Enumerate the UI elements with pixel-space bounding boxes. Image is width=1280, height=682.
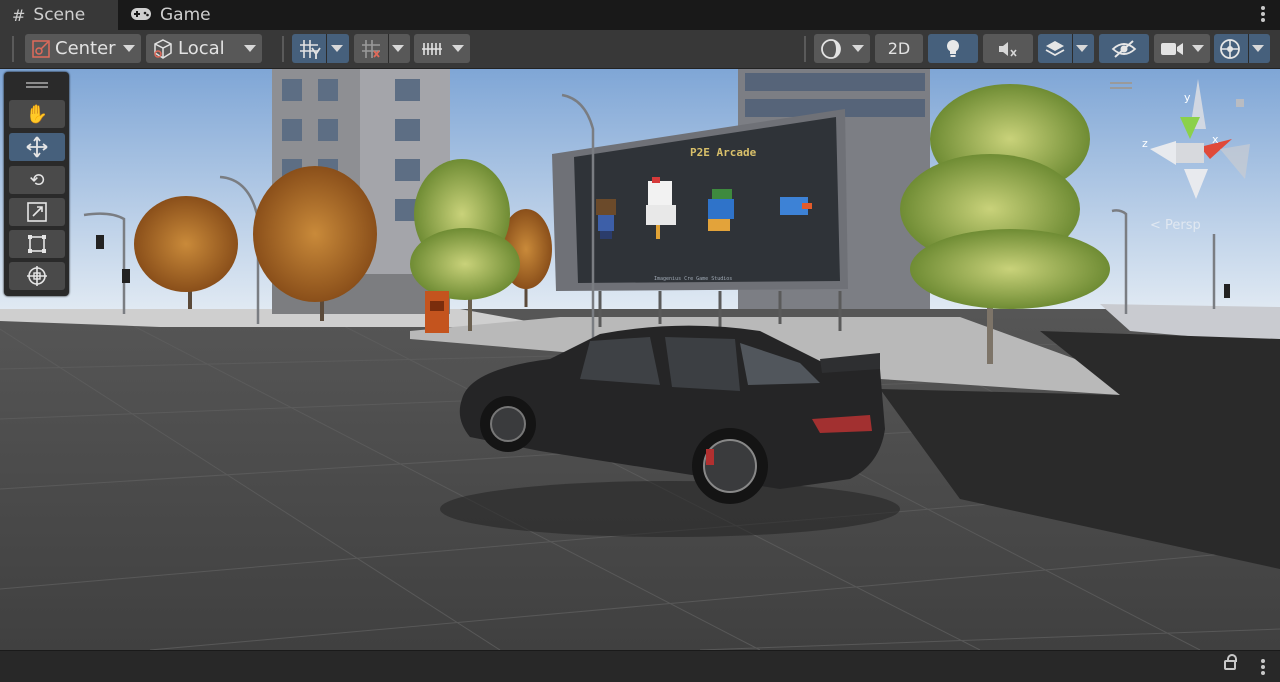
grid-snap-toggle[interactable] bbox=[292, 34, 349, 63]
move-icon bbox=[26, 136, 48, 158]
billboard-title: P2E Arcade bbox=[690, 146, 757, 159]
scene-toolbar: Center Local 2D bbox=[0, 30, 1280, 69]
effects-dropdown[interactable] bbox=[1038, 34, 1094, 63]
tools-overlay: ✋ ⟲ bbox=[4, 72, 69, 296]
chevron-down-icon bbox=[244, 45, 256, 52]
tab-menu-icon[interactable] bbox=[1260, 4, 1266, 24]
eye-slash-icon bbox=[1111, 39, 1137, 58]
tools-overlay-handle[interactable] bbox=[26, 82, 48, 84]
camera-dropdown[interactable] bbox=[1154, 34, 1210, 63]
chevron-down-icon bbox=[452, 45, 464, 52]
scale-icon bbox=[27, 202, 47, 222]
gamepad-icon bbox=[130, 6, 152, 25]
lightbulb-icon bbox=[947, 39, 959, 57]
ruler-icon bbox=[422, 42, 442, 55]
tab-scene-label: Scene bbox=[33, 5, 86, 25]
toolbar-grip bbox=[282, 36, 284, 62]
shading-sphere-icon bbox=[821, 38, 841, 59]
lighting-toggle[interactable] bbox=[928, 34, 978, 63]
gizmo-icon bbox=[1220, 38, 1240, 59]
camera-icon bbox=[1161, 42, 1183, 55]
hash-icon: # bbox=[12, 5, 26, 25]
pivot-mode-label: Center bbox=[55, 38, 116, 59]
rect-tool-button[interactable] bbox=[9, 230, 65, 258]
chevron-down-icon bbox=[1252, 45, 1264, 52]
tab-game[interactable]: Game bbox=[130, 0, 230, 30]
hidden-objects-toggle[interactable] bbox=[1099, 34, 1149, 63]
chevron-down-icon bbox=[123, 45, 135, 52]
bottom-menu-icon[interactable] bbox=[1260, 657, 1266, 677]
chevron-down-icon bbox=[1076, 45, 1088, 52]
draw-mode-dropdown[interactable] bbox=[814, 34, 870, 63]
gizmos-dropdown[interactable] bbox=[1214, 34, 1270, 63]
scale-tool-button[interactable] bbox=[9, 198, 65, 226]
gizmo-y-label: y bbox=[1184, 91, 1191, 104]
bottom-bar bbox=[0, 650, 1280, 682]
space-mode-dropdown[interactable]: Local bbox=[146, 34, 262, 63]
scene-viewport[interactable]: P2E Arcade Imagenius Cre Game Studios y … bbox=[0, 69, 1280, 650]
layers-icon bbox=[1045, 40, 1065, 56]
chevron-down-icon bbox=[392, 45, 404, 52]
gizmo-x-label: x bbox=[1212, 133, 1219, 146]
increment-snap-icon bbox=[362, 39, 380, 58]
rect-transform-icon bbox=[28, 235, 46, 253]
tab-bar: # Scene Game bbox=[0, 0, 1280, 30]
hand-icon: ✋ bbox=[25, 103, 49, 125]
pivot-icon bbox=[32, 39, 50, 58]
toolbar-grip bbox=[12, 36, 14, 62]
2d-mode-toggle[interactable]: 2D bbox=[875, 34, 923, 63]
ruler-snap-toggle[interactable] bbox=[414, 34, 470, 63]
transform-icon bbox=[27, 266, 47, 286]
scene-render: P2E Arcade Imagenius Cre Game Studios y … bbox=[0, 69, 1280, 650]
chevron-down-icon bbox=[1192, 45, 1204, 52]
tab-scene[interactable]: # Scene bbox=[0, 0, 118, 30]
hand-tool-button[interactable]: ✋ bbox=[9, 100, 65, 128]
grid-snap-icon bbox=[300, 39, 321, 59]
rotate-tool-button[interactable]: ⟲ bbox=[9, 166, 65, 194]
chevron-down-icon bbox=[852, 45, 864, 52]
rotate-icon: ⟲ bbox=[29, 169, 45, 191]
space-mode-label: Local bbox=[178, 38, 225, 59]
gizmo-persp-label[interactable]: < Persp bbox=[1150, 218, 1201, 233]
billboard-subtitle: Imagenius Cre Game Studios bbox=[654, 276, 732, 282]
cube-icon bbox=[154, 38, 172, 59]
mute-icon bbox=[999, 41, 1017, 57]
toolbar-grip bbox=[804, 36, 806, 62]
move-tool-button[interactable] bbox=[9, 133, 65, 161]
increment-snap-toggle[interactable] bbox=[354, 34, 410, 63]
gizmo-z-label: z bbox=[1142, 137, 1148, 150]
transform-tool-button[interactable] bbox=[9, 262, 65, 290]
chevron-down-icon bbox=[331, 45, 343, 52]
audio-toggle[interactable] bbox=[983, 34, 1033, 63]
tab-game-label: Game bbox=[160, 5, 211, 25]
lock-icon[interactable] bbox=[1224, 654, 1237, 670]
2d-mode-label: 2D bbox=[887, 39, 911, 58]
trash-bin bbox=[425, 291, 449, 333]
pivot-mode-dropdown[interactable]: Center bbox=[25, 34, 141, 63]
